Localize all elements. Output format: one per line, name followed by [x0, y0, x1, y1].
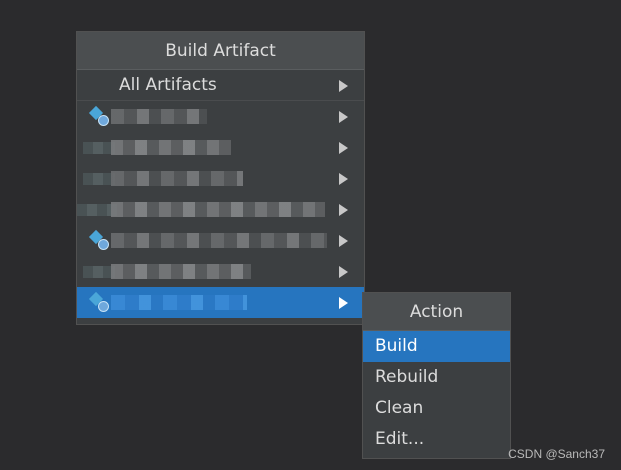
arrow-right-icon [339, 80, 348, 92]
obscured-artifact-name [111, 295, 247, 310]
artifact-item-3[interactable] [77, 163, 364, 194]
artifact-item-4[interactable] [77, 194, 364, 225]
arrow-right-icon [339, 235, 348, 247]
all-artifacts-item[interactable]: All Artifacts [77, 70, 364, 101]
obscured-artifact-name [111, 264, 251, 279]
build-menu-item[interactable]: Build [363, 331, 510, 362]
build-artifact-popup: Build Artifact All Artifacts [76, 31, 365, 325]
obscured-artifact-name [111, 140, 231, 155]
rebuild-menu-item[interactable]: Rebuild [363, 362, 510, 393]
arrow-right-icon [339, 297, 348, 309]
obscured-artifact-name [111, 109, 207, 124]
artifact-item-6[interactable] [77, 256, 364, 287]
artifact-item-1[interactable] [77, 101, 364, 132]
artifact-item-2[interactable] [77, 132, 364, 163]
obscured-artifact-name [111, 202, 325, 217]
arrow-right-icon [339, 173, 348, 185]
artifact-icon [88, 105, 110, 127]
artifact-icon [88, 291, 110, 313]
obscured-artifact-name [111, 171, 243, 186]
submenu-title: Action [363, 293, 510, 331]
edit-menu-item[interactable]: Edit... [363, 424, 510, 455]
arrow-right-icon [339, 266, 348, 278]
popup-title: Build Artifact [77, 32, 364, 70]
artifact-icon [88, 229, 110, 251]
watermark: CSDN @Sanch37 [508, 447, 605, 461]
artifact-item-7-selected[interactable] [77, 287, 364, 318]
arrow-right-icon [339, 111, 348, 123]
clean-menu-item[interactable]: Clean [363, 393, 510, 424]
arrow-right-icon [339, 204, 348, 216]
arrow-right-icon [339, 142, 348, 154]
artifact-item-5[interactable] [77, 225, 364, 256]
obscured-artifact-name [111, 233, 327, 248]
action-submenu: Action Build Rebuild Clean Edit... [362, 292, 511, 459]
all-artifacts-label: All Artifacts [119, 75, 217, 95]
